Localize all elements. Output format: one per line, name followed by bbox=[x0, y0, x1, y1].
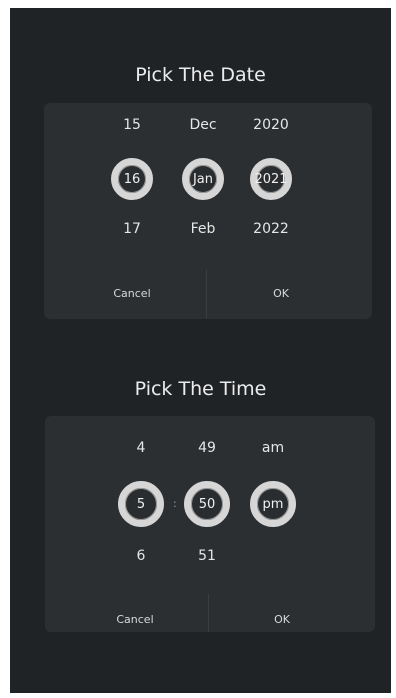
hour-selected-value: 5 bbox=[136, 496, 146, 512]
date-picker-title: Pick The Date bbox=[135, 64, 266, 86]
year-selected-wheel[interactable]: 2021 bbox=[250, 158, 292, 200]
year-option-above[interactable]: 2020 bbox=[241, 117, 301, 133]
day-selected-wheel[interactable]: 16 bbox=[111, 158, 153, 200]
hour-selected-wheel[interactable]: 5 bbox=[118, 481, 164, 527]
date-ok-button[interactable]: OK bbox=[221, 287, 341, 300]
day-option-above[interactable]: 15 bbox=[102, 117, 162, 133]
time-separator: : bbox=[173, 497, 177, 510]
ampm-selected-wheel[interactable]: pm bbox=[250, 481, 296, 527]
date-cancel-button[interactable]: Cancel bbox=[72, 287, 192, 300]
date-picker-card: 15 16 17 Dec Jan Feb 2020 2021 2022 Canc… bbox=[44, 103, 372, 319]
day-option-below[interactable]: 17 bbox=[102, 221, 162, 237]
time-picker-title: Pick The Time bbox=[134, 378, 267, 400]
year-option-below[interactable]: 2022 bbox=[241, 221, 301, 237]
ampm-selected-value: pm bbox=[262, 496, 284, 512]
app-screen: Pick The Date 15 16 17 Dec Jan Feb 2020 … bbox=[10, 8, 391, 693]
minute-option-above[interactable]: 49 bbox=[177, 440, 237, 456]
month-option-below[interactable]: Feb bbox=[173, 221, 233, 237]
year-selected-value: 2021 bbox=[254, 171, 288, 187]
time-ok-button[interactable]: OK bbox=[222, 613, 342, 626]
time-cancel-button[interactable]: Cancel bbox=[75, 613, 195, 626]
month-selected-wheel[interactable]: Jan bbox=[182, 158, 224, 200]
day-selected-value: 16 bbox=[123, 171, 141, 187]
hour-option-above[interactable]: 4 bbox=[111, 440, 171, 456]
hour-option-below[interactable]: 6 bbox=[111, 548, 171, 564]
action-divider bbox=[208, 594, 209, 632]
minute-selected-wheel[interactable]: 50 bbox=[184, 481, 230, 527]
month-option-above[interactable]: Dec bbox=[173, 117, 233, 133]
action-divider bbox=[206, 269, 207, 319]
month-selected-value: Jan bbox=[192, 171, 214, 187]
ampm-option-above[interactable]: am bbox=[243, 440, 303, 456]
minute-selected-value: 50 bbox=[198, 496, 216, 512]
minute-option-below[interactable]: 51 bbox=[177, 548, 237, 564]
time-picker-card: 4 5 6 : 49 50 51 am pm Cancel OK bbox=[45, 416, 375, 632]
